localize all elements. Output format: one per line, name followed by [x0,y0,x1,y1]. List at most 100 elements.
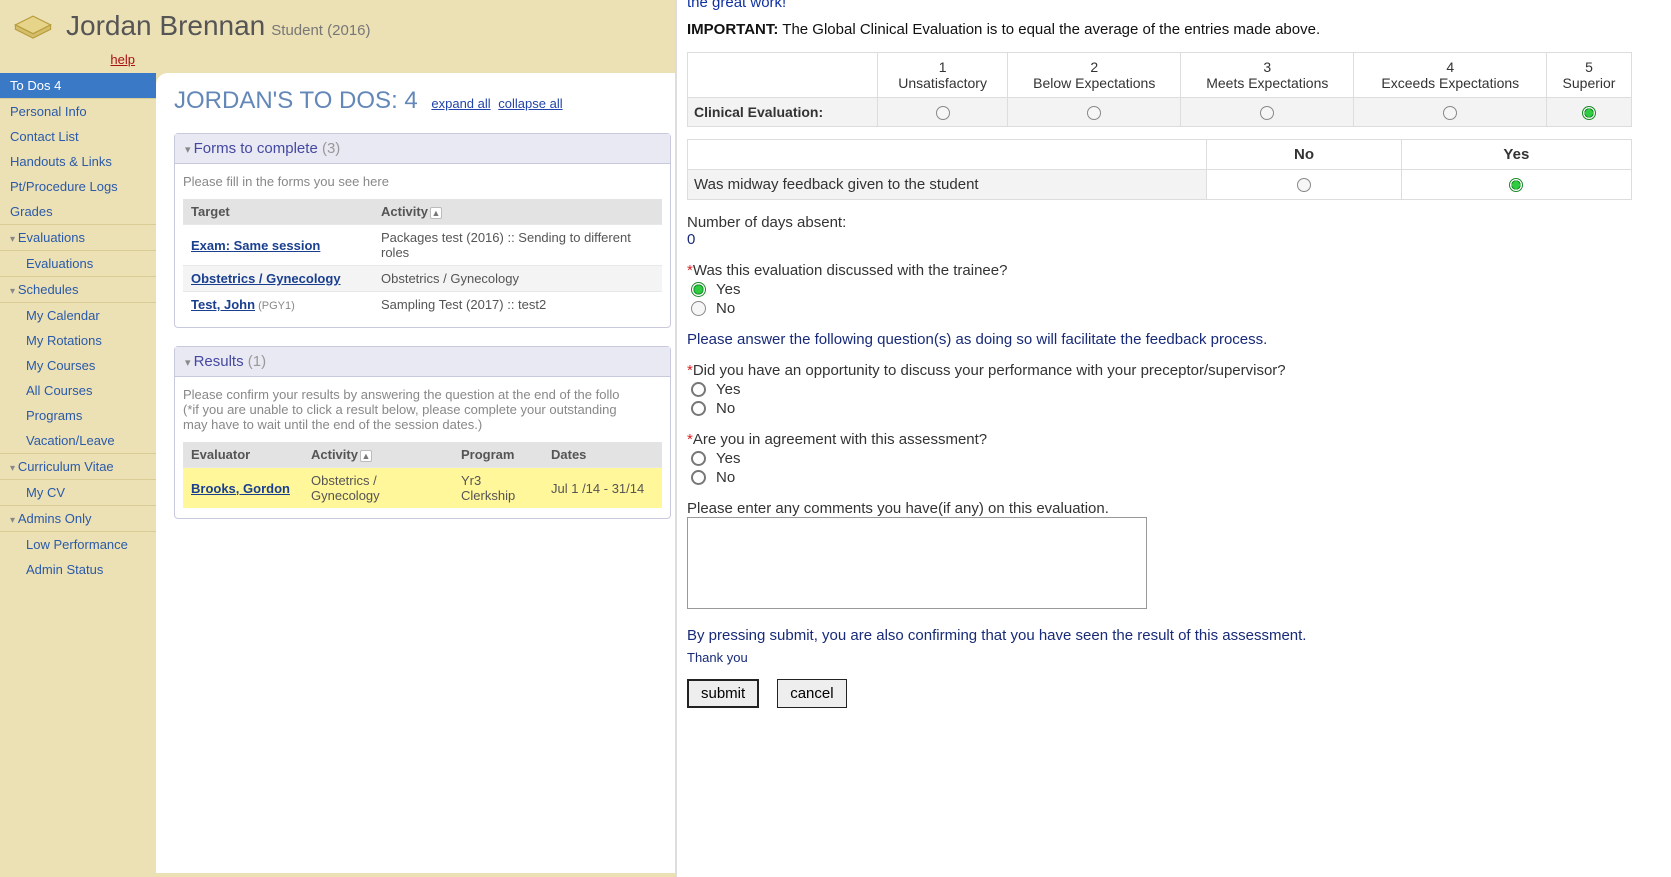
activity-cell: Packages test (2016) :: Sending to diffe… [373,225,662,266]
sidebar-item[interactable]: Pt/Procedure Logs [0,174,156,199]
midway-table: NoYes Was midway feedback given to the s… [687,139,1632,200]
comments-block: Please enter any comments you have(if an… [687,500,1651,613]
agree-yes-label: Yes [716,450,740,467]
evaluation-form: the great work! IMPORTANT: The Global Cl… [675,0,1671,877]
col-program[interactable]: Program [453,442,543,468]
todos-title: JORDAN'S TO DOS: 4 [174,87,418,115]
opportunity-no-radio[interactable] [691,401,706,416]
discussed-block: Was this evaluation discussed with the t… [687,262,1651,317]
discussed-question: Was this evaluation discussed with the t… [687,262,1007,279]
scale-col: 2Below Expectations [1008,53,1181,98]
sidebar-item[interactable]: To Dos 4 [0,73,156,98]
sidebar-item[interactable]: My Courses [0,353,156,378]
scale-col: 3Meets Expectations [1181,53,1354,98]
sidebar-item[interactable]: All Courses [0,378,156,403]
collapse-all-link[interactable]: collapse all [498,96,562,111]
comments-textarea[interactable] [687,517,1147,609]
sidebar-item[interactable]: Evaluations [0,225,156,250]
col-activity2[interactable]: Activity▲ [303,442,453,468]
student-header: Jordan Brennan Student (2016) [0,0,675,52]
folder-icon [8,8,58,44]
sidebar-item[interactable]: Contact List [0,124,156,149]
midway-question: Was midway feedback given to the student [688,170,1207,200]
expand-all-link[interactable]: expand all [431,96,490,111]
discussed-no-label: No [716,300,735,317]
confirm-text: By pressing submit, you are also confirm… [687,627,1651,644]
agreement-question: Are you in agreement with this assessmen… [687,431,987,448]
cutoff-text: the great work! [687,0,1651,11]
discussed-yes-label: Yes [716,281,740,298]
table-row: Obstetrics / Gynecology Obstetrics / Gyne… [183,266,662,292]
sort-asc-icon: ▲ [360,450,372,462]
midway-yes-radio[interactable] [1509,178,1523,192]
discussed-no-radio[interactable] [691,301,706,316]
col-dates[interactable]: Dates [543,442,662,468]
results-panel-count: (1) [248,353,266,370]
col-evaluator[interactable]: Evaluator [183,442,303,468]
feedback-intro: Please answer the following question(s) … [687,331,1651,348]
forms-table: Target Activity▲ Exam: Same session Packa… [183,199,662,317]
dates-cell: Jul 1 /14 - 31/14 [543,468,662,509]
student-name: Jordan Brennan [66,10,265,42]
opportunity-yes-label: Yes [716,381,740,398]
results-panel-head[interactable]: Results (1) [175,347,670,377]
submit-button[interactable]: submit [687,679,759,708]
evaluator-link[interactable]: Brooks, Gordon [191,481,290,496]
sidebar-item[interactable]: Low Performance [0,532,156,557]
sidebar-item[interactable]: Admin Status [0,557,156,582]
absent-block: Number of days absent: 0 [687,214,1651,248]
thanks-text: Thank you [687,650,1651,665]
sort-asc-icon: ▲ [430,207,442,219]
results-panel: Results (1) Please confirm your results … [174,346,671,519]
sidebar-item[interactable]: My CV [0,480,156,505]
midway-no-radio[interactable] [1297,178,1311,192]
forms-panel-title: Forms to complete [194,140,318,157]
opportunity-yes-radio[interactable] [691,382,706,397]
clin-radio-4[interactable] [1443,106,1457,120]
sidebar-item[interactable]: Handouts & Links [0,149,156,174]
col-activity[interactable]: Activity▲ [373,199,662,225]
agree-yes-radio[interactable] [691,451,706,466]
target-link[interactable]: Test, John [191,297,255,312]
sidebar-item[interactable]: Personal Info [0,99,156,124]
clin-radio-3[interactable] [1260,106,1274,120]
sidebar-item[interactable]: Grades [0,199,156,224]
target-link[interactable]: Exam: Same session [191,238,320,253]
col-target[interactable]: Target [183,199,373,225]
table-row: Test, John (PGY1)Sampling Test (2017) ::… [183,292,662,318]
sidebar-item[interactable]: Evaluations [0,251,156,276]
col-yes: Yes [1402,140,1632,170]
important-note: IMPORTANT: The Global Clinical Evaluatio… [687,21,1651,38]
sidebar-item[interactable]: Admins Only [0,506,156,531]
discussed-yes-radio[interactable] [691,282,706,297]
target-link[interactable]: Obstetrics / Gynecology [191,271,341,286]
forms-panel-head[interactable]: Forms to complete (3) [175,134,670,164]
sidebar-item[interactable]: Schedules [0,277,156,302]
forms-panel-count: (3) [322,140,340,157]
sidebar-item[interactable]: Vacation/Leave [0,428,156,453]
clin-radio-5[interactable] [1582,106,1596,120]
sidebar-item[interactable]: Curriculum Vitae [0,454,156,479]
activity-cell: Obstetrics / Gynecology [303,468,453,509]
agree-no-radio[interactable] [691,470,706,485]
agreement-block: Are you in agreement with this assessmen… [687,431,1651,486]
results-table: Evaluator Activity▲ Program Dates Brooks… [183,442,662,508]
sidebar-item[interactable]: My Calendar [0,303,156,328]
clin-radio-1[interactable] [936,106,950,120]
absent-label: Number of days absent: [687,214,1651,231]
cancel-button[interactable]: cancel [777,679,846,708]
sidebar-item[interactable]: Programs [0,403,156,428]
program-cell: Yr3 Clerkship [453,468,543,509]
help-link[interactable]: help [110,52,665,67]
forms-hint: Please fill in the forms you see here [183,174,662,189]
opportunity-question: Did you have an opportunity to discuss y… [687,362,1286,379]
sidebar-item[interactable]: My Rotations [0,328,156,353]
clin-radio-2[interactable] [1087,106,1101,120]
pgy-label: (PGY1) [255,300,295,312]
activity-cell: Obstetrics / Gynecology [373,266,662,292]
forms-panel: Forms to complete (3) Please fill in the… [174,133,671,328]
student-role: Student (2016) [271,22,370,39]
clinical-eval-label: Clinical Evaluation: [688,98,878,127]
comments-label: Please enter any comments you have(if an… [687,500,1651,517]
agree-no-label: No [716,469,735,486]
